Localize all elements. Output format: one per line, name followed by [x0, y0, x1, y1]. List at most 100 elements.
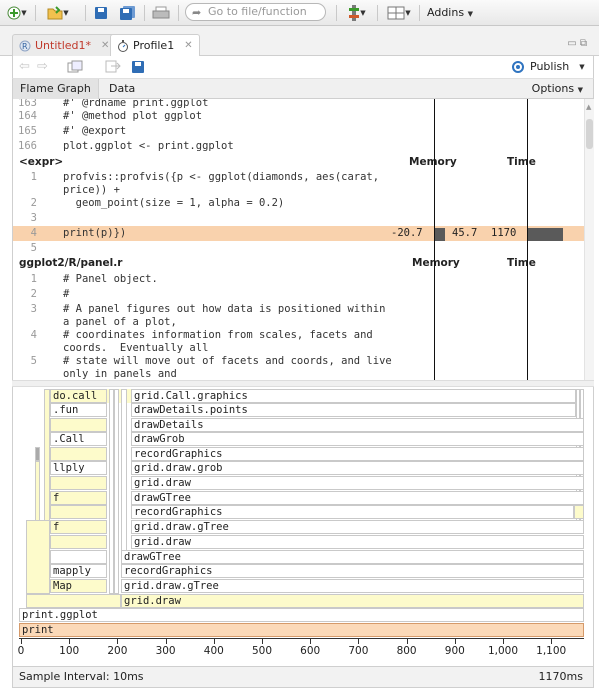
- flame-cell[interactable]: drawDetails: [131, 418, 584, 432]
- code-text: # state will move out of facets and coor…: [63, 355, 392, 367]
- flame-cell[interactable]: [35, 447, 40, 461]
- code-text: # coordinates information from scales, f…: [63, 329, 373, 341]
- flame-cell[interactable]: drawGTree: [131, 491, 584, 505]
- r-script-icon: R: [19, 40, 31, 51]
- flame-cell[interactable]: f: [50, 491, 107, 505]
- close-icon[interactable]: ✕: [101, 36, 109, 56]
- time-axis: 0 100 200 300 400 500 600 700 800 900 1,000 1,100: [12, 638, 594, 666]
- publish-icon: [512, 61, 524, 73]
- tab-data[interactable]: Data: [102, 79, 142, 99]
- tab-flame-graph[interactable]: Flame Graph: [13, 79, 99, 99]
- flame-cell[interactable]: [114, 389, 119, 594]
- flame-cell[interactable]: [50, 505, 107, 519]
- svg-text:R: R: [22, 42, 28, 51]
- flame-cell[interactable]: recordGraphics: [131, 447, 584, 461]
- flame-cell[interactable]: drawGrob: [131, 432, 584, 446]
- axis-tick: [165, 638, 167, 644]
- forward-arrow-icon[interactable]: ⇨: [37, 59, 48, 74]
- flame-cell[interactable]: [50, 476, 107, 490]
- code-text: geom_point(size = 1, alpha = 0.2): [63, 197, 285, 209]
- flame-cell[interactable]: grid.draw: [131, 535, 584, 549]
- flame-cell[interactable]: [121, 389, 127, 565]
- code-text: # A panel figures out how data is positi…: [63, 303, 386, 315]
- publish-button[interactable]: Publish ▼: [510, 59, 585, 75]
- flame-cell[interactable]: [50, 447, 107, 461]
- maximize-pane-icon[interactable]: ⧉: [580, 38, 587, 49]
- flame-cell[interactable]: [50, 535, 107, 549]
- options-menu[interactable]: Options ▼: [532, 79, 583, 100]
- save-profile-icon[interactable]: [131, 60, 145, 77]
- memory-header: Memory: [412, 257, 460, 269]
- code-scrollbar[interactable]: ▲: [584, 99, 594, 380]
- flame-cell[interactable]: f: [50, 520, 107, 534]
- profile-stopwatch-icon: [118, 40, 128, 52]
- source-code-pane: 163 #' @rdname print.ggplot 164 #' @meth…: [12, 99, 584, 380]
- tab-profile1[interactable]: Profile1 ✕: [110, 34, 200, 57]
- line-number: 3: [30, 303, 37, 315]
- flame-cell[interactable]: grid.draw: [131, 476, 584, 490]
- code-text: #: [63, 288, 70, 300]
- memory-dealloc-value: -20.7: [391, 227, 423, 239]
- flame-cell[interactable]: grid.draw: [121, 594, 584, 608]
- flame-cell[interactable]: grid.draw.gTree: [121, 579, 584, 593]
- minimize-pane-icon[interactable]: ▭: [567, 38, 576, 49]
- axis-tick-label: 200: [107, 645, 128, 657]
- print-button[interactable]: [151, 4, 171, 21]
- back-arrow-icon[interactable]: ⇦: [19, 59, 30, 74]
- save-button[interactable]: [93, 4, 109, 21]
- line-number: 164: [18, 110, 37, 122]
- flame-cell[interactable]: llply: [50, 461, 107, 475]
- flame-cell[interactable]: recordGraphics: [131, 505, 574, 519]
- flame-cell[interactable]: recordGraphics: [121, 564, 584, 578]
- flame-cell[interactable]: [50, 418, 107, 432]
- flame-cell[interactable]: Map: [50, 579, 107, 593]
- axis-tick: [213, 638, 215, 644]
- options-label: Options: [531, 82, 575, 95]
- editor-tab-strip: R Untitled1* ✕ Profile1 ✕ ▭ ⧉: [0, 26, 599, 57]
- axis-tick: [551, 638, 553, 644]
- flame-cell[interactable]: grid.draw.gTree: [131, 520, 584, 534]
- time-column-divider: [527, 99, 528, 380]
- flame-cell[interactable]: do.call: [50, 389, 107, 403]
- flame-cell[interactable]: print.ggplot: [19, 608, 584, 622]
- flame-cell[interactable]: mapply: [50, 564, 107, 578]
- line-number: 4: [30, 329, 37, 341]
- memory-dealloc-bar: [434, 228, 445, 241]
- profile-view-tabs: Flame Graph Data Options ▼: [12, 78, 594, 99]
- addins-menu[interactable]: Addins ▼: [427, 4, 473, 23]
- workspace-panes-button[interactable]: ▼: [384, 4, 414, 21]
- file-name: <expr>: [19, 156, 64, 168]
- flame-cell[interactable]: drawDetails.points: [131, 403, 576, 417]
- flame-cell[interactable]: [50, 550, 107, 564]
- flame-cell[interactable]: drawGTree: [121, 550, 584, 564]
- folder-icon: [47, 5, 63, 19]
- open-file-button[interactable]: ▼: [45, 4, 71, 21]
- flame-cell[interactable]: grid.draw.grob: [131, 461, 584, 475]
- close-icon[interactable]: ✕: [184, 36, 192, 56]
- axis-tick-label: 0: [17, 645, 25, 657]
- line-number: 5: [30, 242, 37, 254]
- pane-splitter[interactable]: [12, 380, 594, 387]
- tab-untitled1[interactable]: R Untitled1* ✕: [12, 34, 117, 56]
- show-in-window-icon[interactable]: [67, 60, 83, 76]
- code-text: only in panels and: [63, 368, 177, 380]
- flame-cell[interactable]: .fun: [50, 403, 107, 417]
- scrollbar-thumb[interactable]: [586, 119, 593, 149]
- flame-cell[interactable]: [26, 594, 121, 608]
- total-time-label: 1170ms: [538, 670, 583, 683]
- code-text: plot.ggplot <- print.ggplot: [63, 140, 234, 152]
- flame-cell[interactable]: .Call: [50, 432, 107, 446]
- chevron-down-icon[interactable]: ▼: [579, 59, 584, 75]
- flame-cell[interactable]: [574, 505, 584, 519]
- vcs-button[interactable]: ▼: [343, 4, 371, 21]
- save-all-button[interactable]: [118, 4, 138, 21]
- flame-cell[interactable]: print: [19, 623, 584, 637]
- new-file-button[interactable]: ▼: [5, 4, 29, 21]
- memory-alloc-value: 45.7: [452, 227, 478, 239]
- time-header: Time: [507, 257, 536, 269]
- flame-cell[interactable]: grid.Call.graphics: [131, 389, 576, 403]
- axis-tick-label: 700: [348, 645, 369, 657]
- goto-file-function-input[interactable]: ➦ Go to file/function: [185, 3, 326, 21]
- axis-tick: [69, 638, 71, 644]
- export-icon[interactable]: [105, 60, 121, 76]
